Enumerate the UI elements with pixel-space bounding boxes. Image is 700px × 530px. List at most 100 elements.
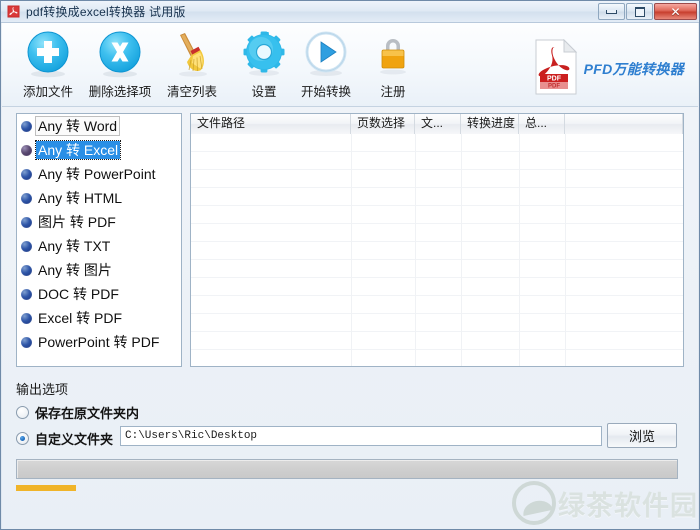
close-button[interactable]: ✕ (654, 3, 697, 20)
window-title: pdf转换成excel转换器 试用版 (26, 5, 186, 19)
custom-folder-label: 自定义文件夹 (35, 432, 114, 447)
start-convert-button[interactable]: 开始转换 (290, 29, 362, 105)
conversion-type-item[interactable]: Any 转 Word (17, 114, 181, 138)
table-column-header[interactable]: 总... (519, 114, 565, 134)
minimize-button[interactable] (598, 3, 625, 20)
table-row[interactable] (191, 350, 683, 366)
brand-logo-text: PFD万能转换器 (583, 61, 684, 77)
clear-list-label: 清空列表 (166, 85, 217, 99)
table-row[interactable] (191, 152, 683, 170)
conversion-type-item[interactable]: Any 转 HTML (17, 186, 181, 210)
svg-text:PDF: PDF (547, 75, 562, 82)
conversion-type-label: Any 转 图片 (38, 262, 112, 278)
watermark-text: 绿茶软件园 (558, 490, 698, 521)
conversion-type-label: Any 转 Word (34, 116, 121, 136)
browse-button[interactable]: 浏览 (607, 423, 677, 448)
application-window: pdf转换成excel转换器 试用版 ✕ 添加文件 删除选择项 清空列表 设置 … (0, 0, 700, 530)
radio-dot-icon[interactable] (21, 216, 32, 228)
conversion-type-label: 图片 转 PDF (38, 214, 116, 230)
radio-dot-icon[interactable] (21, 288, 32, 300)
radio-dot-icon[interactable] (21, 336, 32, 348)
conversion-type-label: Any 转 TXT (38, 238, 111, 254)
table-row[interactable] (191, 314, 683, 332)
title-bar: pdf转换成excel转换器 试用版 ✕ (1, 1, 699, 23)
table-column-header[interactable]: 页数选择 (351, 114, 415, 134)
table-row[interactable] (191, 296, 683, 314)
table-row[interactable] (191, 170, 683, 188)
maximize-icon (634, 6, 645, 17)
delete-selected-icon (95, 29, 145, 79)
conversion-type-item[interactable]: DOC 转 PDF (17, 282, 181, 306)
start-convert-label: 开始转换 (300, 85, 351, 99)
conversion-type-label: PowerPoint 转 PDF (38, 334, 160, 350)
table-body[interactable] (191, 134, 683, 366)
delete-selected-button[interactable]: 删除选择项 (84, 29, 156, 105)
table-column-header[interactable]: 转换进度 (461, 114, 519, 134)
radio-dot-icon[interactable] (21, 264, 32, 276)
save-original-folder-option[interactable]: 保存在原文件夹内 (16, 403, 139, 422)
table-row[interactable] (191, 260, 683, 278)
table-row[interactable] (191, 206, 683, 224)
table-row[interactable] (191, 278, 683, 296)
radio-dot-icon[interactable] (21, 240, 32, 252)
add-file-button[interactable]: 添加文件 (12, 29, 84, 105)
register-lock-icon (368, 29, 418, 79)
table-row[interactable] (191, 224, 683, 242)
minimize-icon (606, 9, 617, 14)
settings-gear-icon (239, 29, 289, 79)
radio-dot-icon[interactable] (21, 192, 32, 204)
main-toolbar: 添加文件 删除选择项 清空列表 设置 开始转换 注册 PDF PDF PFD万能… (2, 23, 698, 107)
conversion-type-label: Any 转 Excel (34, 140, 122, 160)
conversion-type-item[interactable]: Excel 转 PDF (17, 306, 181, 330)
brand-logo: PDF PDF PFD万能转换器 (534, 38, 684, 100)
file-list-table[interactable]: 文件路径 页数选择 文... 转换进度 总... (190, 113, 684, 367)
conversion-type-item[interactable]: Any 转 TXT (17, 234, 181, 258)
table-column-divider (565, 134, 566, 366)
conversion-type-label: DOC 转 PDF (38, 286, 119, 302)
maximize-button[interactable] (626, 3, 653, 20)
clear-list-button[interactable]: 清空列表 (156, 29, 228, 105)
table-row[interactable] (191, 332, 683, 350)
table-column-header[interactable]: 文... (415, 114, 461, 134)
register-label: 注册 (380, 85, 406, 99)
close-icon: ✕ (670, 4, 681, 19)
save-original-folder-label: 保存在原文件夹内 (35, 406, 140, 421)
register-button[interactable]: 注册 (357, 29, 429, 105)
table-row[interactable] (191, 134, 683, 152)
conversion-type-item[interactable]: Any 转 PowerPoint (17, 162, 181, 186)
custom-folder-radio[interactable] (16, 432, 29, 445)
leaf-circle-logo-icon (512, 481, 556, 525)
table-row[interactable] (191, 242, 683, 260)
conversion-type-item[interactable]: Any 转 Excel (17, 138, 181, 162)
output-options-title: 输出选项 (16, 382, 69, 397)
table-column-header[interactable] (565, 114, 683, 134)
start-convert-play-icon (301, 29, 351, 79)
add-file-label: 添加文件 (22, 85, 73, 99)
pdf-document-icon: PDF PDF (534, 38, 578, 100)
delete-selected-label: 删除选择项 (88, 85, 152, 99)
conversion-type-item[interactable]: PowerPoint 转 PDF (17, 330, 181, 354)
add-file-icon (23, 29, 73, 79)
output-path-input[interactable]: C:\Users\Ric\Desktop (120, 426, 602, 446)
custom-folder-option[interactable]: 自定义文件夹 (16, 429, 113, 448)
main-content: Any 转 Word Any 转 Excel Any 转 PowerPoint Any… (2, 107, 698, 529)
settings-label: 设置 (251, 85, 277, 99)
table-column-divider (461, 134, 462, 366)
conversion-type-label: Excel 转 PDF (38, 310, 123, 326)
conversion-type-item[interactable]: Any 转 图片 (17, 258, 181, 282)
radio-dot-icon[interactable] (21, 144, 32, 156)
pdf-acrobat-icon (6, 4, 21, 19)
table-column-divider (351, 134, 352, 366)
table-header-row: 文件路径 页数选择 文... 转换进度 总... (191, 114, 683, 135)
status-strip (16, 485, 76, 491)
window-controls: ✕ (598, 3, 697, 20)
radio-dot-icon[interactable] (21, 312, 32, 324)
svg-text:PDF: PDF (548, 83, 560, 89)
table-column-header[interactable]: 文件路径 (191, 114, 351, 134)
radio-dot-icon[interactable] (21, 168, 32, 180)
radio-dot-icon[interactable] (21, 120, 32, 132)
conversion-type-list[interactable]: Any 转 Word Any 转 Excel Any 转 PowerPoint Any… (16, 113, 182, 367)
conversion-type-item[interactable]: 图片 转 PDF (17, 210, 181, 234)
table-row[interactable] (191, 188, 683, 206)
save-original-folder-radio[interactable] (16, 406, 29, 419)
